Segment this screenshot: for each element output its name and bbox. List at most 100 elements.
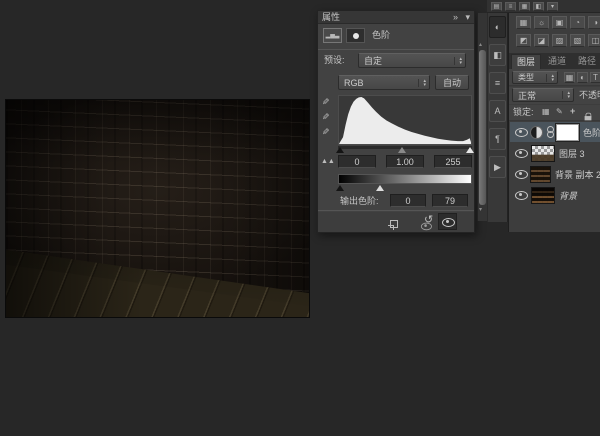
dock-header-icon[interactable]: ≡ [505, 2, 516, 11]
dropdown-arrows-icon: ▴▾ [562, 91, 570, 99]
layer-row-background-copy2[interactable]: 背景 副本 2 [510, 164, 600, 184]
layer-thumbnail[interactable] [531, 187, 555, 204]
adjustment-icon[interactable]: ◑ [588, 16, 600, 29]
gray-point-eyedropper-icon[interactable]: ✎ [322, 112, 330, 122]
dock-header-icon[interactable]: ◧ [533, 2, 544, 11]
filter-pixel-layers-icon[interactable]: ▦ [564, 72, 575, 83]
adjustment-icon[interactable]: ☼ [534, 16, 549, 29]
output-gradient-bar [338, 174, 472, 184]
tab-channels[interactable]: 通道 [543, 54, 571, 69]
white-point-eyedropper-icon[interactable]: ✎ [322, 127, 330, 137]
actions-panel-icon[interactable]: ▶ [489, 156, 506, 178]
input-white-field[interactable]: 255 [434, 155, 472, 168]
channel-dropdown[interactable]: RGB ▴▾ [338, 75, 430, 90]
adjustment-icon[interactable]: ▦ [516, 16, 531, 29]
levels-adjustment-thumbnail[interactable] [530, 126, 542, 139]
layer-thumbnail[interactable] [531, 145, 555, 162]
layer-filter-kind-dropdown[interactable]: 类型 ▴▾ [512, 71, 558, 84]
layer-name[interactable]: 背景 [559, 189, 577, 202]
properties-bottom-bar: ↺ [318, 212, 474, 232]
layer-name[interactable]: 背景 副本 2 [555, 168, 600, 181]
collapsed-panels-dock: ◐ ◧ ≡ A ¶ ▶ [487, 13, 508, 222]
clone-source-panel-icon[interactable]: ≡ [489, 72, 506, 94]
properties-panel-header[interactable]: 属性 » ▾ [318, 11, 474, 24]
input-gamma-slider[interactable] [398, 147, 406, 153]
layer-thumbnail[interactable] [530, 166, 551, 183]
lock-position-icon[interactable]: + [570, 106, 575, 116]
output-black-field[interactable]: 0 [390, 194, 426, 207]
lock-transparency-icon[interactable]: ▦ [542, 107, 550, 117]
histogram-svg [339, 96, 471, 144]
character-panel-icon[interactable]: A [489, 100, 506, 122]
canvas-document[interactable] [5, 99, 310, 318]
visibility-eye-icon[interactable] [515, 191, 527, 199]
adjustment-icon[interactable]: ▨ [552, 34, 567, 47]
layer-name[interactable]: 图层 3 [559, 147, 585, 160]
dock-scrollbar-track[interactable]: ▴ ▾ [477, 13, 487, 221]
adjustment-icon[interactable]: ◩ [516, 34, 531, 47]
adjustments-panel-icon[interactable]: ◐ [489, 16, 506, 38]
layer-row-levels[interactable]: 色阶 [510, 122, 600, 142]
levels-histogram-icon[interactable]: ▂▅▃ [323, 28, 342, 43]
clip-to-layer-icon[interactable] [388, 220, 398, 230]
styles-panel-icon[interactable]: ◧ [489, 44, 506, 66]
scroll-down-icon[interactable]: ▾ [479, 206, 482, 213]
adjustment-type-label: 色阶 [372, 29, 390, 42]
lock-image-icon[interactable]: ✎ [556, 107, 563, 117]
properties-panel: 属性 » ▾ ▂▅▃ 色阶 预设: 自定 ▴▾ RGB ▴▾ 自动 ✎ ✎ [317, 10, 475, 233]
scroll-up-icon[interactable]: ▴ [479, 41, 482, 48]
output-white-slider[interactable] [376, 185, 384, 191]
layer-row-layer3[interactable]: 图层 3 [510, 143, 600, 163]
adjustment-icon[interactable]: ◔ [570, 16, 585, 29]
blend-mode-dropdown[interactable]: 正常 ▴▾ [512, 88, 574, 102]
visibility-eye-icon[interactable] [515, 149, 527, 157]
lock-all-icon[interactable] [585, 113, 592, 121]
input-black-field[interactable]: 0 [338, 155, 376, 168]
paragraph-panel-icon[interactable]: ¶ [489, 128, 506, 150]
layer-name[interactable]: 色阶 [583, 126, 600, 139]
dock-header-icon[interactable]: ▾ [547, 2, 558, 11]
dropdown-arrows-icon: ▴▾ [418, 79, 426, 87]
output-levels-label: 输出色阶: [340, 195, 379, 208]
preset-dropdown[interactable]: 自定 ▴▾ [358, 53, 466, 68]
black-point-eyedropper-icon[interactable]: ✎ [322, 97, 330, 107]
layer-mask-thumbnail[interactable] [556, 124, 579, 141]
adjustment-icon[interactable]: ◪ [534, 34, 549, 47]
histogram-well [338, 95, 472, 145]
mask-link-icon[interactable] [547, 126, 553, 138]
tab-paths[interactable]: 路径 [573, 54, 600, 69]
blend-mode-row: 正常 ▴▾ 不透明度: [509, 87, 600, 104]
output-white-field[interactable]: 79 [432, 194, 468, 207]
dock-header-icon[interactable]: ▤ [491, 2, 502, 11]
toggle-visibility-button[interactable] [438, 213, 457, 230]
layer-mask-icon[interactable] [346, 28, 365, 43]
dropdown-arrows-icon: ▴▾ [546, 74, 554, 82]
filter-kind-label: 类型 [518, 72, 534, 83]
layers-tab-bar: 图层 通道 路径 [509, 53, 600, 69]
tab-layers[interactable]: 图层 [511, 54, 541, 69]
collapse-panel-icon[interactable]: » [453, 12, 458, 22]
adjustment-icon[interactable]: ▣ [552, 16, 567, 29]
panel-menu-icon[interactable]: ▾ [465, 12, 470, 22]
channel-value: RGB [344, 78, 364, 88]
reset-adjustment-icon[interactable]: ↺ [424, 215, 433, 225]
output-black-slider[interactable] [336, 185, 344, 191]
filter-type-layers-icon[interactable]: T [590, 72, 600, 83]
filter-adjustment-layers-icon[interactable]: ◐ [577, 72, 588, 83]
auto-button[interactable]: 自动 [435, 75, 469, 90]
input-gamma-field[interactable]: 1.00 [386, 155, 424, 168]
adjustment-icon[interactable]: ▧ [570, 34, 585, 47]
divider [318, 49, 474, 50]
visibility-eye-icon[interactable] [515, 128, 526, 136]
histogram-refresh-icon[interactable]: ▲▲ [321, 157, 335, 167]
adjustment-icon[interactable]: ◫ [588, 34, 600, 47]
dock-header-icon[interactable]: ▦ [519, 2, 530, 11]
input-black-slider[interactable] [336, 147, 344, 153]
layer-filter-row: 类型 ▴▾ ▦ ◐ T [509, 69, 600, 86]
visibility-eye-icon[interactable] [515, 170, 526, 178]
adjustment-type-row: ▂▅▃ 色阶 [318, 26, 474, 46]
input-white-slider[interactable] [466, 147, 474, 153]
dock-scrollbar-thumb[interactable] [479, 50, 486, 205]
preset-value: 自定 [364, 54, 382, 67]
layer-row-background[interactable]: 背景 [510, 185, 600, 205]
